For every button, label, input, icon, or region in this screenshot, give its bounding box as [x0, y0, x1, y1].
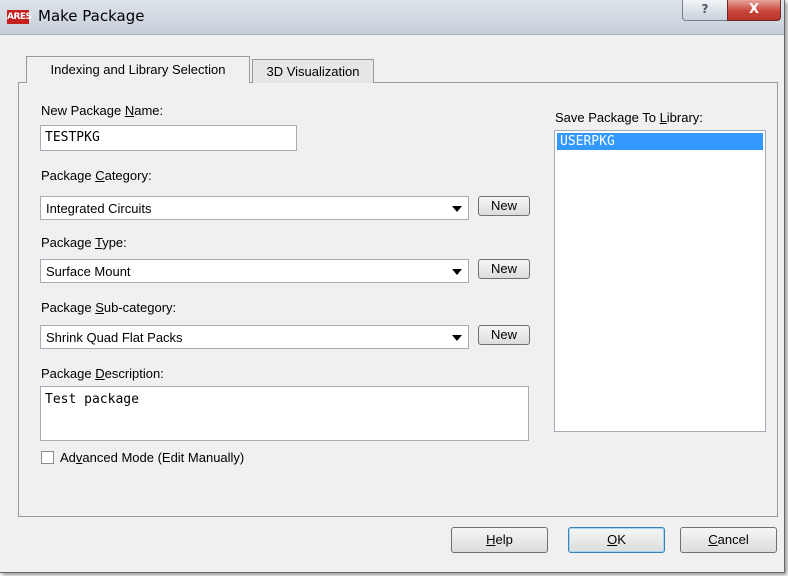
- make-package-dialog: ARES Make Package ? X Indexing and Libra…: [0, 0, 785, 573]
- cancel-button[interactable]: Cancel: [680, 527, 777, 553]
- dropdown-arrow-icon: [452, 269, 462, 275]
- tab-indexing-library-selection[interactable]: Indexing and Library Selection: [26, 56, 250, 83]
- package-subcategory-label: Package Sub-category:: [41, 300, 177, 315]
- library-listbox[interactable]: USERPKG: [554, 130, 766, 432]
- titlebar-help-button[interactable]: ?: [682, 0, 728, 21]
- advanced-mode-checkbox[interactable]: [41, 451, 54, 464]
- package-category-value: Integrated Circuits: [46, 201, 152, 216]
- new-subcategory-button[interactable]: New: [478, 325, 530, 345]
- title-bar[interactable]: ARES Make Package ? X: [0, 0, 784, 35]
- package-name-label: New Package Name:: [41, 103, 164, 118]
- package-type-label: Package Type:: [41, 235, 127, 250]
- save-to-library-label: Save Package To Library:: [555, 110, 703, 125]
- close-button[interactable]: X: [727, 0, 781, 21]
- ok-button[interactable]: OK: [568, 527, 665, 553]
- new-type-button[interactable]: New: [478, 259, 530, 279]
- package-description-textarea[interactable]: Test package: [40, 386, 529, 441]
- package-description-label: Package Description:: [41, 366, 164, 381]
- new-category-button[interactable]: New: [478, 196, 530, 216]
- window-title: Make Package: [38, 7, 145, 25]
- dropdown-arrow-icon: [452, 335, 462, 341]
- dropdown-arrow-icon: [452, 206, 462, 212]
- package-subcategory-select[interactable]: Shrink Quad Flat Packs: [40, 325, 469, 349]
- package-name-input[interactable]: TESTPKG: [40, 125, 297, 151]
- package-category-label: Package Category:: [41, 168, 152, 183]
- help-button[interactable]: Help: [451, 527, 548, 553]
- package-category-select[interactable]: Integrated Circuits: [40, 196, 469, 220]
- ares-app-icon: ARES: [7, 10, 32, 24]
- advanced-mode-label[interactable]: Advanced Mode (Edit Manually): [60, 450, 244, 465]
- package-type-value: Surface Mount: [46, 264, 131, 279]
- library-list-item[interactable]: USERPKG: [557, 133, 763, 150]
- tab-3d-visualization[interactable]: 3D Visualization: [252, 59, 374, 83]
- package-subcategory-value: Shrink Quad Flat Packs: [46, 330, 183, 345]
- package-type-select[interactable]: Surface Mount: [40, 259, 469, 283]
